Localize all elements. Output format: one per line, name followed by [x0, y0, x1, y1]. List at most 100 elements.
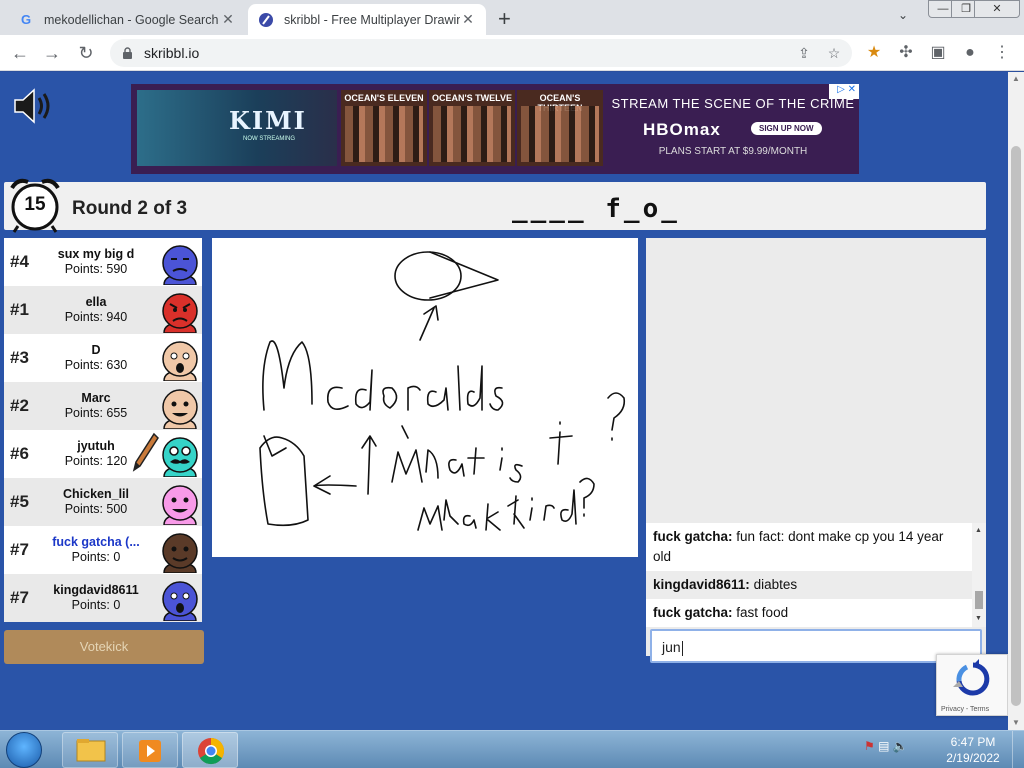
chat-username: kingdavid8611: — [653, 577, 750, 592]
player-name: sux my big d — [57, 247, 135, 261]
player-avatar — [162, 245, 198, 285]
scroll-down-icon[interactable]: ▼ — [975, 615, 982, 622]
ad-headline: STREAM THE SCENE OF THE CRIME — [611, 96, 855, 111]
new-tab-icon[interactable]: + — [498, 6, 511, 32]
player-row[interactable]: #6 jyutuh Points: 120 — [4, 430, 202, 478]
chat-username: fuck gatcha: — [653, 529, 733, 544]
player-points: Points: 500 — [64, 502, 128, 516]
windows-taskbar: ⚑ ▤ 🔈 6:47 PM 2/19/2022 — [0, 730, 1024, 768]
skribbl-icon — [258, 12, 274, 28]
player-points: Points: 120 — [64, 454, 128, 468]
address-bar[interactable]: skribbl.io ⇪ ☆ — [110, 39, 852, 67]
ad-kimi-title: KIMI — [229, 106, 307, 135]
chat-username: fuck gatcha: — [653, 605, 733, 620]
chat-panel: fuck gatcha: fun fact: dont make cp you … — [646, 238, 986, 663]
show-desktop-button[interactable] — [1012, 731, 1024, 768]
chat-scroll-thumb[interactable] — [975, 591, 983, 609]
player-row[interactable]: #3 D Points: 630 — [4, 334, 202, 382]
votekick-button[interactable]: Votekick — [4, 630, 204, 664]
poster-title: OCEAN'S ELEVEN — [344, 93, 424, 103]
sound-icon[interactable] — [12, 84, 56, 128]
chat-message: fuck gatcha: fast food — [646, 599, 972, 627]
player-rank: #4 — [10, 252, 29, 271]
skribbl-page: KIMI NOW STREAMING OCEAN'S ELEVEN OCEAN'… — [0, 72, 1008, 730]
puzzle-icon[interactable]: ✣ — [894, 41, 918, 65]
player-rank: #3 — [10, 348, 29, 367]
reload-icon[interactable]: ↻ — [74, 41, 98, 65]
drawing-canvas[interactable] — [212, 238, 638, 557]
advertisement-banner[interactable]: KIMI NOW STREAMING OCEAN'S ELEVEN OCEAN'… — [131, 84, 859, 174]
player-points: Points: 655 — [64, 406, 128, 420]
player-rank: #1 — [10, 300, 29, 319]
chat-text: diabtes — [753, 577, 798, 592]
star-icon[interactable]: ☆ — [822, 45, 846, 62]
taskbar-clock[interactable]: 6:47 PM 2/19/2022 — [938, 734, 1008, 766]
volume-icon[interactable]: 🔈 — [893, 739, 908, 753]
ad-signup-button[interactable]: SIGN UP NOW — [751, 122, 822, 135]
network-icon[interactable]: ▤ — [878, 739, 889, 753]
media-player-taskbar-button[interactable] — [122, 732, 178, 768]
player-points: Points: 940 — [64, 310, 128, 324]
player-rank: #7 — [10, 540, 29, 559]
chat-message: fuck gatcha: fun fact: dont make cp you … — [646, 523, 972, 571]
close-window-button[interactable]: ✕ — [974, 0, 1020, 18]
player-name: Chicken_lil — [63, 487, 129, 501]
player-avatar — [162, 389, 198, 429]
extension-star-icon[interactable]: ★ — [862, 41, 886, 65]
tab-google-search[interactable]: G mekodellichan - Google Search ✕ — [8, 4, 246, 35]
flag-icon[interactable]: ⚑ — [864, 739, 875, 753]
google-icon: G — [20, 12, 32, 27]
ad-kimi-subtitle: NOW STREAMING — [243, 136, 295, 142]
scroll-down-icon[interactable]: ▼ — [1012, 718, 1020, 727]
sidepanel-icon[interactable]: ▣ — [926, 41, 950, 65]
page-scroll-thumb[interactable] — [1011, 146, 1021, 706]
chrome-icon — [198, 737, 225, 765]
back-icon[interactable]: ← — [8, 41, 32, 65]
chat-scrollbar[interactable]: ▲ ▼ — [972, 523, 986, 627]
ad-close-icon[interactable]: ▷ ✕ — [829, 84, 859, 99]
player-name: Marc — [81, 391, 111, 405]
player-row[interactable]: #7 kingdavid8611 Points: 0 — [4, 574, 202, 622]
ad-brand: HBOmax — [643, 120, 721, 139]
player-avatar — [162, 293, 198, 333]
chat-message: kingdavid8611: diabtes — [646, 571, 972, 599]
player-name: D — [91, 343, 101, 357]
explorer-taskbar-button[interactable] — [62, 732, 118, 768]
menu-icon[interactable]: ⋮ — [990, 41, 1014, 65]
player-points: Points: 590 — [64, 262, 128, 276]
tab-skribbl[interactable]: skribbl - Free Multiplayer Drawing ✕ — [248, 4, 486, 35]
player-row[interactable]: #1 ella Points: 940 — [4, 286, 202, 334]
player-row[interactable]: #7 fuck gatcha (... Points: 0 — [4, 526, 202, 574]
share-icon[interactable]: ⇪ — [792, 45, 816, 62]
player-list: #4 sux my big d Points: 590 #1 ella Poin… — [4, 238, 202, 622]
chrome-taskbar-button[interactable] — [182, 732, 238, 768]
chevron-down-icon[interactable]: ⌄ — [898, 8, 908, 22]
player-row[interactable]: #2 Marc Points: 655 — [4, 382, 202, 430]
chat-messages: fuck gatcha: fun fact: dont make cp you … — [646, 523, 972, 627]
clock-date: 2/19/2022 — [946, 751, 1000, 765]
player-row[interactable]: #5 Chicken_lil Points: 500 — [4, 478, 202, 526]
browser-tab-bar: G mekodellichan - Google Search ✕ skribb… — [0, 0, 1024, 35]
scroll-up-icon[interactable]: ▲ — [975, 527, 982, 534]
tab-title: skribbl - Free Multiplayer Drawing — [284, 12, 460, 27]
round-indicator: Round 2 of 3 — [72, 198, 188, 219]
forward-icon[interactable]: → — [40, 41, 64, 65]
player-points: Points: 0 — [71, 550, 121, 564]
scroll-up-icon[interactable]: ▲ — [1012, 74, 1020, 83]
chat-input[interactable]: jun — [650, 629, 982, 663]
player-avatar — [162, 437, 198, 477]
url-text: skribbl.io — [144, 45, 200, 61]
page-scrollbar[interactable]: ▲ ▼ — [1008, 72, 1024, 730]
player-name: jyutuh — [77, 439, 115, 453]
ad-poster: OCEAN'S ELEVEN — [341, 90, 427, 166]
player-rank: #2 — [10, 396, 29, 415]
chat-text: fast food — [736, 605, 789, 620]
player-name: fuck gatcha (... — [52, 535, 140, 549]
close-icon[interactable]: ✕ — [220, 11, 236, 28]
start-button[interactable] — [6, 732, 42, 768]
profile-icon[interactable]: ● — [958, 41, 982, 65]
player-row[interactable]: #4 sux my big d Points: 590 — [4, 238, 202, 286]
close-icon[interactable]: ✕ — [460, 11, 476, 28]
recaptcha-label[interactable]: Privacy - Terms — [941, 706, 989, 713]
recaptcha-badge[interactable]: Privacy - Terms — [936, 654, 1008, 716]
